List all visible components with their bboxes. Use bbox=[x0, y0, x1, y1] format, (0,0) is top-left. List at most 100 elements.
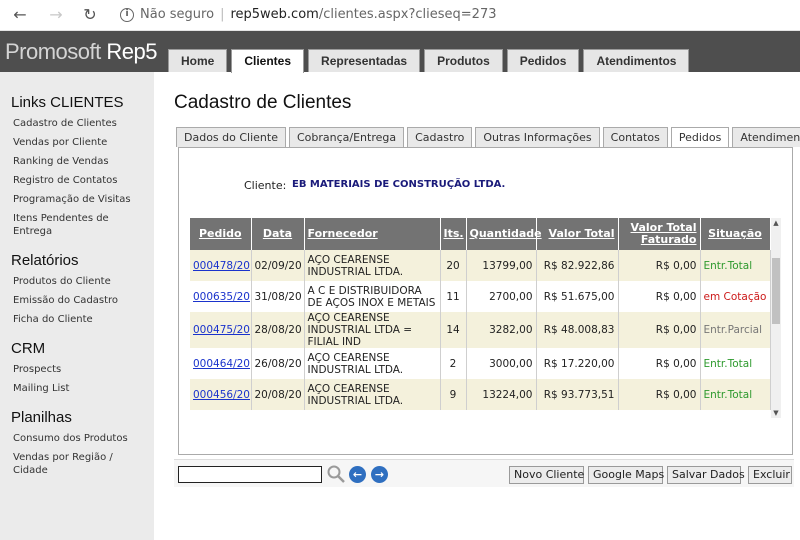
cell-valor-faturado: R$ 0,00 bbox=[618, 250, 701, 281]
url-host: rep5web.com bbox=[230, 7, 319, 22]
sidebar-item-emissao-do-cadastro[interactable]: Emissão do Cadastro bbox=[11, 294, 149, 307]
previous-arrow-icon[interactable]: ← bbox=[349, 466, 366, 483]
cell-pedido[interactable]: 000464/20 bbox=[190, 348, 252, 379]
tab-atendimentos[interactable]: Atendimentos bbox=[583, 49, 690, 72]
subtab-pedidos[interactable]: Pedidos bbox=[670, 127, 730, 148]
cell-text: R$ 51.675,00 bbox=[543, 290, 615, 303]
cell-text: AÇO CEARENSE INDUSTRIAL LTDA. bbox=[307, 253, 404, 278]
column-header-data[interactable]: Data bbox=[251, 218, 305, 250]
vertical-scrollbar[interactable]: ▲ ▼ bbox=[771, 218, 781, 418]
sidebar-item-registro-de-contatos[interactable]: Registro de Contatos bbox=[11, 174, 149, 187]
pedidos-panel: Cliente: EB MATERIAIS DE CONSTRUÇÃO LTDA… bbox=[178, 147, 793, 455]
cell-text: 2 bbox=[449, 357, 457, 370]
forward-arrow-icon[interactable]: → bbox=[46, 5, 66, 25]
save-data-button[interactable]: Salvar Dados bbox=[667, 466, 745, 484]
reload-icon[interactable]: ↻ bbox=[80, 5, 100, 25]
column-header-valor-total[interactable]: Valor Total bbox=[536, 218, 619, 250]
sidebar-item-vendas-por-regiao-cidade[interactable]: Vendas por Região / Cidade bbox=[11, 451, 149, 477]
next-arrow-icon[interactable]: → bbox=[371, 466, 388, 483]
sidebar-heading: Planilhas bbox=[11, 409, 72, 426]
info-icon[interactable]: i bbox=[120, 8, 134, 22]
sidebar-item-ficha-do-cliente[interactable]: Ficha do Cliente bbox=[11, 313, 149, 326]
sidebar-item-cadastro-de-clientes[interactable]: Cadastro de Clientes bbox=[11, 117, 149, 130]
sidebar-item-vendas-por-cliente[interactable]: Vendas por Cliente bbox=[11, 136, 149, 149]
tab-home[interactable]: Home bbox=[168, 49, 228, 72]
order-link[interactable]: 000475/20 bbox=[193, 324, 250, 336]
sidebar-item-prospects[interactable]: Prospects bbox=[11, 363, 149, 376]
delete-button[interactable]: Excluir bbox=[748, 466, 792, 484]
order-link[interactable]: 000478/20 bbox=[193, 260, 250, 272]
cell-text: R$ 0,00 bbox=[655, 388, 697, 401]
cell-valor-faturado: R$ 0,00 bbox=[618, 348, 701, 379]
column-header-fornecedor[interactable]: Fornecedor bbox=[304, 218, 441, 250]
table-row[interactable]: 000478/20 02/09/20 AÇO CEARENSE INDUSTRIAL… bbox=[190, 250, 771, 281]
column-header-situacao[interactable]: Situação bbox=[700, 218, 771, 250]
sidebar-item-ranking-de-vendas[interactable]: Ranking de Vendas bbox=[11, 155, 149, 168]
cell-pedido[interactable]: 000475/20 bbox=[190, 312, 252, 348]
app-header: Promosoft Rep5 Home Clientes Representadas… bbox=[0, 31, 800, 73]
address-bar[interactable]: Não seguro | rep5web.com/clientes.aspx?cli… bbox=[140, 7, 496, 22]
scroll-down-icon[interactable]: ▼ bbox=[772, 408, 780, 418]
security-label: Não seguro bbox=[140, 7, 215, 22]
cell-text: R$ 0,00 bbox=[655, 324, 697, 336]
cell-pedido[interactable]: 000478/20 bbox=[190, 250, 252, 281]
column-header-pedido[interactable]: Pedido bbox=[190, 218, 252, 250]
search-input[interactable] bbox=[178, 466, 322, 483]
subtab-atendimentos[interactable]: Atendimentos bbox=[732, 127, 800, 147]
scroll-thumb[interactable] bbox=[772, 258, 780, 324]
cell-quantidade: 2700,00 bbox=[466, 281, 537, 312]
cell-text: 3000,00 bbox=[489, 357, 533, 370]
table-row[interactable]: 000456/20 20/08/20 AÇO CEARENSE INDUSTRIAL… bbox=[190, 379, 771, 410]
subtab-cadastro[interactable]: Cadastro bbox=[407, 127, 473, 147]
cell-text: Entr.Total bbox=[703, 259, 753, 272]
sidebar-section-planilhas: Planilhas Consumo dos Produtos Vendas por … bbox=[11, 409, 154, 477]
cell-text: 31/08/20 bbox=[254, 290, 302, 303]
subtab-outras-informacoes[interactable]: Outras Informações bbox=[475, 127, 600, 147]
search-icon[interactable] bbox=[326, 464, 346, 484]
tab-pedidos[interactable]: Pedidos bbox=[506, 49, 580, 72]
column-header-valor-total-faturado[interactable]: Valor Total Faturado bbox=[618, 218, 701, 250]
cell-pedido[interactable]: 000456/20 bbox=[190, 379, 252, 410]
back-arrow-icon[interactable]: ← bbox=[10, 5, 30, 25]
cell-pedido[interactable]: 000635/20 bbox=[190, 281, 252, 312]
order-link[interactable]: 000635/20 bbox=[193, 291, 250, 303]
cell-text: 20/08/20 bbox=[254, 388, 302, 401]
cell-its: 14 bbox=[440, 312, 467, 348]
cell-text: em Cotação bbox=[703, 290, 767, 303]
subtab-contatos[interactable]: Contatos bbox=[602, 127, 668, 147]
cell-text: R$ 82.922,86 bbox=[543, 259, 615, 272]
scroll-up-icon[interactable]: ▲ bbox=[772, 218, 780, 228]
tab-clientes[interactable]: Clientes bbox=[231, 49, 305, 73]
sidebar-item-itens-pendentes-de-entrega[interactable]: Itens Pendentes de Entrega bbox=[11, 212, 149, 238]
cell-data: 02/09/20 bbox=[251, 250, 305, 281]
cell-text: R$ 0,00 bbox=[655, 290, 697, 303]
sidebar-section-crm: CRM Prospects Mailing List bbox=[11, 340, 154, 395]
tab-produtos[interactable]: Produtos bbox=[424, 49, 503, 72]
cell-text: 26/08/20 bbox=[254, 357, 302, 370]
cell-quantidade: 3000,00 bbox=[466, 348, 537, 379]
cell-valor-total: R$ 48.008,83 bbox=[536, 312, 619, 348]
table-row[interactable]: 000464/20 26/08/20 AÇO CEARENSE INDUSTRIAL… bbox=[190, 348, 771, 379]
column-header-its[interactable]: Its. bbox=[440, 218, 467, 250]
sidebar-item-mailing-list[interactable]: Mailing List bbox=[11, 382, 149, 395]
app-logo[interactable]: Promosoft Rep5 bbox=[5, 39, 157, 65]
cell-quantidade: 13799,00 bbox=[466, 250, 537, 281]
cell-fornecedor: AÇO CEARENSE INDUSTRIAL LTDA. bbox=[304, 250, 441, 281]
order-link[interactable]: 000464/20 bbox=[193, 358, 250, 370]
tab-representadas[interactable]: Representadas bbox=[308, 49, 421, 72]
table-row[interactable]: 000635/20 31/08/20 A C E DISTRIBUIDORA DE … bbox=[190, 281, 771, 312]
subtab-dados-do-cliente[interactable]: Dados do Cliente bbox=[176, 127, 286, 147]
sidebar-item-consumo-dos-produtos[interactable]: Consumo dos Produtos bbox=[11, 432, 149, 445]
sidebar-item-produtos-do-cliente[interactable]: Produtos do Cliente bbox=[11, 275, 149, 288]
cell-text: 13799,00 bbox=[482, 259, 533, 272]
google-maps-button[interactable]: Google Maps bbox=[588, 466, 664, 484]
subtab-cobranca-entrega[interactable]: Cobrança/Entrega bbox=[288, 127, 405, 147]
new-client-button[interactable]: Novo Cliente bbox=[509, 466, 584, 484]
sidebar-item-programacao-de-visitas[interactable]: Programação de Visitas bbox=[11, 193, 149, 206]
order-link[interactable]: 000456/20 bbox=[193, 389, 250, 401]
section-tabs: Dados do Cliente Cobrança/Entrega Cadastro… bbox=[176, 127, 800, 148]
table-row[interactable]: 000475/20 28/08/20 AÇO CEARENSE INDUSTRIAL… bbox=[190, 312, 771, 348]
sidebar-section-relatorios: Relatórios Produtos do Cliente Emissão do … bbox=[11, 252, 154, 326]
cell-its: 2 bbox=[440, 348, 467, 379]
column-header-quantidade[interactable]: Quantidade bbox=[466, 218, 542, 250]
